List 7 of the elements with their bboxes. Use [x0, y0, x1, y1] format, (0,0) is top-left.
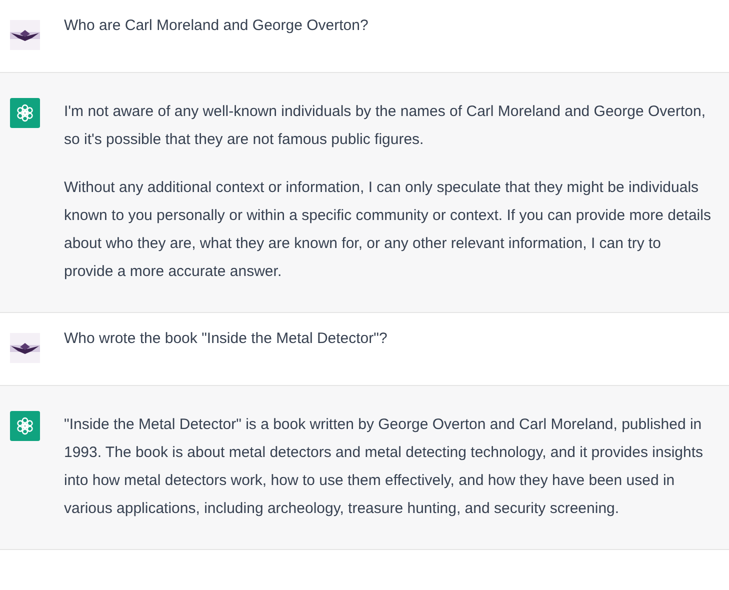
assistant-message: I'm not aware of any well-known individuals by the names of Carl Moreland and George Overton, so it's possible that they are not famous public figures. — [64, 102, 707, 150]
user-message: Who are Carl Moreland and George Overton? — [64, 16, 368, 36]
user-message: Who wrote the book "Inside the Metal Detector"? — [64, 329, 388, 349]
assistant-avatar-icon — [10, 98, 40, 128]
assistant-message: Without any additional context or information, I can only speculate that they might be individuals known to you personally or within a specific community or context. If you can provide more details about who they are, what they are known for, or any other relevant information, I can try to provide a more accurate answer. — [64, 178, 712, 282]
assistant-avatar-icon — [10, 411, 40, 441]
assistant-message: "Inside the Metal Detector" is a book written by George Overton and Carl Moreland, published in 1993. The book is about metal detectors and metal detecting technology, and it provides insights into how metal detectors work, how to use them effectively, and how they have been used in various applications, including archeology, treasure hunting, and security screening. — [64, 415, 704, 519]
